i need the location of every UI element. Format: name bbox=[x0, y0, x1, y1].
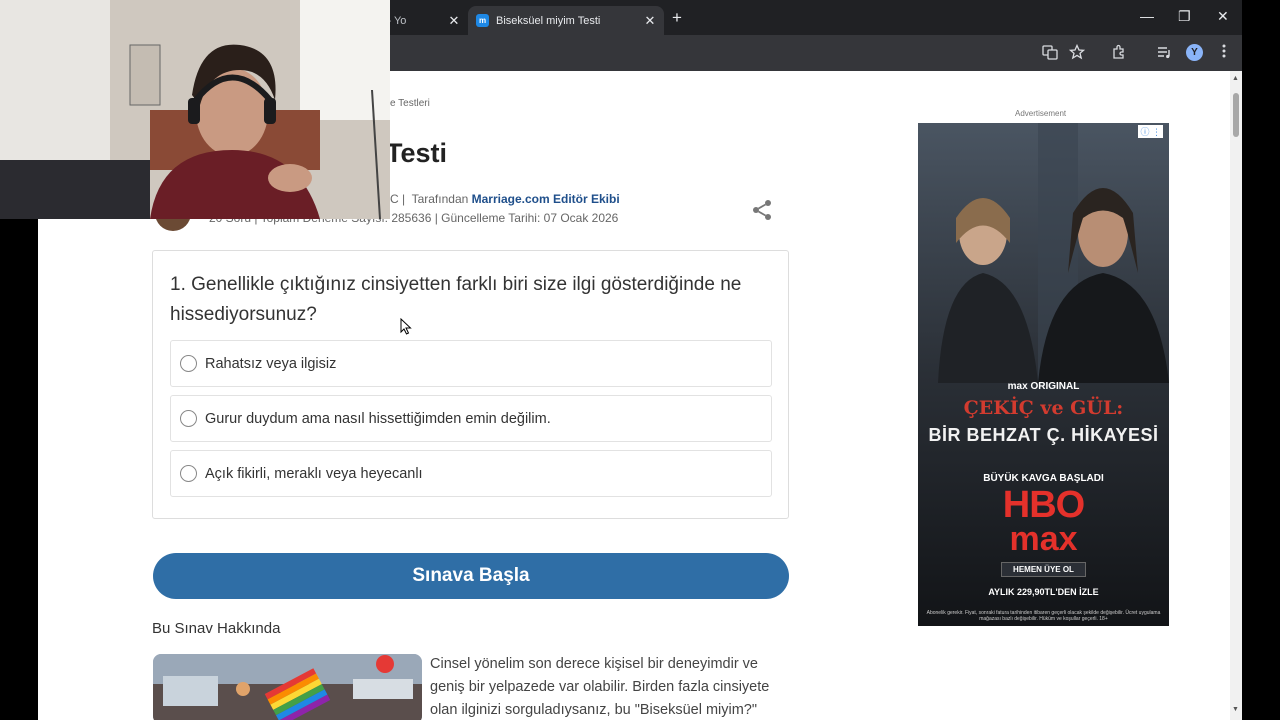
new-tab-icon[interactable]: + bbox=[672, 8, 682, 28]
menu-kebab-icon[interactable] bbox=[1215, 44, 1233, 62]
restore-icon[interactable]: ❐ bbox=[1178, 8, 1191, 25]
ad-cta-button[interactable]: HEMEN ÜYE OL bbox=[1001, 562, 1086, 577]
hbo-logo: HBO bbox=[1002, 484, 1085, 526]
about-paragraph: Cinsel yönelim son derece kişisel bir de… bbox=[430, 656, 770, 718]
media-control-icon[interactable] bbox=[1155, 44, 1173, 62]
meta-prefix: C | bbox=[390, 192, 406, 206]
site-favicon-icon: m bbox=[476, 14, 489, 27]
profile-avatar[interactable]: Y bbox=[1186, 44, 1203, 61]
ad-label: Advertisement bbox=[1015, 109, 1067, 118]
meta-by: Tarafından bbox=[411, 192, 469, 206]
ad-title-line2: BİR BEHZAT Ç. HİKAYESİ bbox=[928, 425, 1159, 445]
page-title: Testi bbox=[386, 138, 448, 168]
mouse-cursor-icon bbox=[400, 317, 412, 340]
author-link[interactable]: Marriage.com Editör Ekibi bbox=[472, 192, 620, 206]
max-logo: max bbox=[1009, 520, 1078, 558]
tab-close-icon[interactable]: ✕ bbox=[642, 13, 658, 29]
screen-edge bbox=[1242, 0, 1280, 720]
ad-choices-icon[interactable]: ⓘ ⋮ bbox=[1138, 125, 1163, 138]
breadcrumb[interactable]: e Testleri bbox=[390, 98, 430, 109]
answer-label: Gurur duydum ama nasıl hissettiğimden em… bbox=[205, 410, 551, 427]
webcam-overlay bbox=[0, 0, 390, 219]
radio-button[interactable] bbox=[180, 410, 197, 427]
minimize-icon[interactable]: — bbox=[1140, 8, 1154, 24]
close-window-icon[interactable]: ✕ bbox=[1217, 8, 1229, 25]
ad-fine-print: Abonelik gerekir. Fiyat, sonraki fatura … bbox=[926, 610, 1161, 622]
scroll-up-icon[interactable]: ▲ bbox=[1232, 75, 1239, 82]
author-line: C | Tarafından Marriage.com Editör Ekibi bbox=[390, 192, 620, 206]
scroll-down-icon[interactable]: ▼ bbox=[1232, 706, 1239, 713]
radio-button[interactable] bbox=[180, 355, 197, 372]
advertisement-banner[interactable]: ⓘ ⋮ max ORIGINAL ÇEKİÇ ve GÜL: BİR BEHZA… bbox=[918, 123, 1169, 626]
tab-active[interactable]: m Biseksüel miyim Testi ✕ bbox=[468, 6, 664, 35]
share-icon[interactable] bbox=[750, 198, 774, 222]
translate-icon[interactable] bbox=[1041, 44, 1059, 62]
scrollbar-thumb[interactable] bbox=[1233, 93, 1239, 137]
extensions-icon[interactable] bbox=[1110, 44, 1128, 62]
page-scrollbar[interactable] bbox=[1230, 71, 1242, 720]
tab-title: Biseksüel miyim Testi bbox=[496, 14, 601, 27]
bookmark-star-icon[interactable] bbox=[1068, 43, 1086, 62]
ad-brand-small: max ORIGINAL bbox=[1007, 381, 1080, 392]
ad-title-line1: ÇEKİÇ ve GÜL: bbox=[963, 397, 1124, 419]
answer-label: Açık fikirli, meraklı veya heyecanlı bbox=[205, 465, 423, 482]
question-text: 1. Genellikle çıktığınız cinsiyetten far… bbox=[170, 274, 742, 325]
ad-subtitle: BÜYÜK KAVGA BAŞLADI bbox=[983, 473, 1104, 484]
answer-option-2[interactable]: Gurur duydum ama nasıl hissettiğimden em… bbox=[170, 395, 772, 442]
ad-price: AYLIK 229,90TL'DEN İZLE bbox=[988, 587, 1099, 597]
about-heading: Bu Sınav Hakkında bbox=[152, 620, 281, 637]
answer-label: Rahatsız veya ilgisiz bbox=[205, 355, 337, 372]
radio-button[interactable] bbox=[180, 465, 197, 482]
answer-option-3[interactable]: Açık fikirli, meraklı veya heyecanlı bbox=[170, 450, 772, 497]
start-quiz-button[interactable]: Sınava Başla bbox=[153, 553, 789, 599]
screen: ıfakası - Yo ✕ m Biseksüel miyim Testi ✕… bbox=[0, 0, 1280, 720]
pride-parade-image bbox=[153, 654, 422, 720]
answer-option-1[interactable]: Rahatsız veya ilgisiz bbox=[170, 340, 772, 387]
tab-close-icon[interactable]: ✕ bbox=[446, 13, 462, 29]
